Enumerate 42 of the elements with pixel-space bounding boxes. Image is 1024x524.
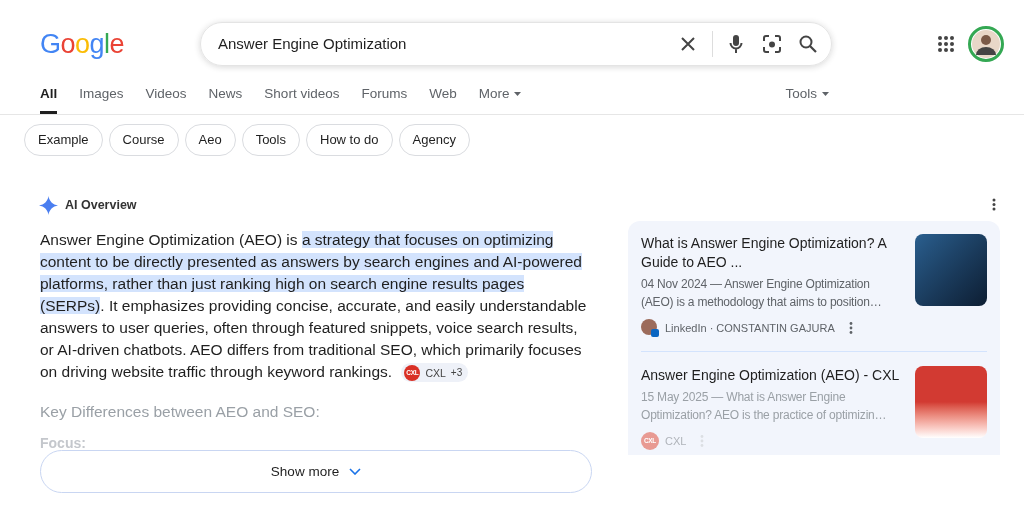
source-title[interactable]: Answer Engine Optimization (AEO) - CXL bbox=[641, 366, 901, 385]
search-tab[interactable]: Forums bbox=[361, 83, 408, 114]
source-name: CXL bbox=[425, 365, 446, 381]
tools-menu[interactable]: Tools bbox=[785, 83, 817, 104]
search-icon[interactable] bbox=[799, 35, 817, 53]
ai-overview-title: AI Overview bbox=[65, 197, 137, 215]
more-options-icon[interactable] bbox=[992, 198, 996, 211]
caret-icon bbox=[821, 91, 829, 96]
source-site: CXL bbox=[665, 433, 687, 449]
source-snippet: 15 May 2025 — What is Answer Engine Optimization? AEO is the practice of optimizin… bbox=[641, 389, 888, 424]
search-tab[interactable]: News bbox=[208, 83, 243, 114]
suggestion-chip[interactable]: Aeo bbox=[184, 124, 236, 156]
sparkle-icon bbox=[39, 196, 58, 215]
search-tab[interactable]: More bbox=[478, 83, 510, 114]
more-options-icon[interactable] bbox=[848, 322, 853, 334]
suggestion-chip[interactable]: How to do bbox=[306, 124, 393, 156]
camera-icon[interactable] bbox=[763, 35, 781, 53]
search-query: Answer Engine Optimization bbox=[218, 33, 408, 54]
google-logo[interactable]: Google bbox=[40, 23, 160, 65]
source-title[interactable]: What is Answer Engine Optimization? A Guide to AEO ... bbox=[641, 234, 901, 272]
apps-grid-icon[interactable] bbox=[938, 36, 954, 52]
source-count: +3 bbox=[450, 365, 463, 380]
section-heading: Key Differences between AEO and SEO: bbox=[40, 402, 321, 422]
suggestion-chip[interactable]: Course bbox=[108, 124, 179, 156]
avatar-icon bbox=[641, 319, 659, 337]
show-more-button[interactable]: Show more bbox=[40, 450, 592, 494]
search-tab[interactable]: Short videos bbox=[264, 83, 340, 114]
thumbnail-placeholder bbox=[915, 366, 987, 438]
search-tab[interactable]: Videos bbox=[145, 83, 187, 114]
close-icon[interactable] bbox=[680, 36, 696, 52]
suggestion-chip[interactable]: Tools bbox=[241, 124, 300, 156]
chevron-down-icon bbox=[349, 468, 362, 476]
suggestion-chip[interactable]: Example bbox=[24, 124, 103, 156]
search-tab[interactable]: Images bbox=[79, 83, 124, 114]
source-site: LinkedIn · CONSTANTIN GAJURA bbox=[665, 320, 835, 336]
thumbnail-placeholder bbox=[915, 234, 987, 306]
search-tab[interactable]: All bbox=[40, 83, 58, 114]
suggestion-chip[interactable]: Agency bbox=[398, 124, 470, 156]
search-tab[interactable]: Web bbox=[429, 83, 457, 114]
microphone-icon[interactable] bbox=[729, 34, 743, 54]
avatar-icon[interactable] bbox=[968, 26, 1004, 62]
source-snippet: 04 Nov 2024 — Answer Engine Optimization (AEO) is a methodology that aims to position… bbox=[641, 276, 883, 311]
